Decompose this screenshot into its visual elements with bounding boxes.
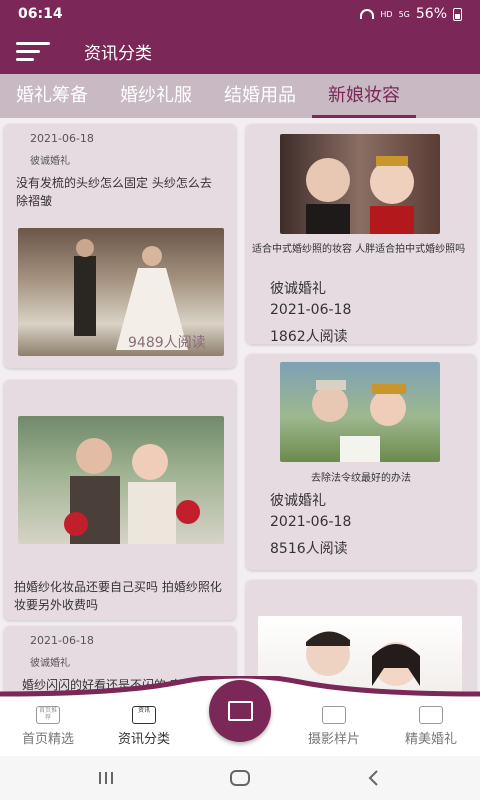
nav-label: 资讯分类: [117, 732, 170, 747]
article-date: 2021-06-18: [30, 634, 94, 647]
article-photo: [280, 134, 440, 234]
article-author: 彼诚婚礼: [30, 156, 70, 167]
article-title: 拍婚纱化妆品还要自己买吗 拍婚纱照化妆要另外收费吗: [14, 580, 222, 612]
article-reads: 8516人阅读: [270, 541, 348, 557]
article-card[interactable]: 适合中式婚纱照的妆容 人胖适合拍中式婚纱照吗 彼诚婚礼 2021-06-18 1…: [246, 124, 476, 344]
article-title: 没有发梳的头纱怎么固定 头纱怎么去除褶皱: [16, 176, 212, 208]
article-reads: 1862人阅读: [270, 329, 348, 344]
article-card[interactable]: 去除法令纹最好的办法 彼诚婚礼 2021-06-18 8516人阅读: [246, 354, 476, 570]
couple-illustration: [64, 438, 200, 544]
couple-illustration: [312, 380, 406, 462]
article-title: 适合中式婚纱照的妆容 人胖适合拍中式婚纱照吗: [252, 244, 466, 255]
article-author: 彼诚婚礼: [270, 493, 326, 509]
nav-beautiful-weddings[interactable]: 精美婚礼: [383, 700, 479, 747]
menu-icon[interactable]: [16, 37, 50, 66]
article-photo: [280, 362, 440, 462]
article-author: 彼诚婚礼: [30, 658, 70, 669]
center-envelope-button[interactable]: [209, 680, 271, 742]
wifi-icon: [360, 9, 375, 19]
nav-photo-samples[interactable]: 摄影样片: [286, 700, 382, 747]
recent-apps-icon[interactable]: [96, 768, 116, 788]
news-icon: 资讯: [132, 706, 156, 724]
system-nav-bar: [0, 756, 480, 800]
article-reads: 9489人阅读: [128, 335, 206, 351]
article-date: 2021-06-18: [30, 132, 94, 145]
camera-icon: [322, 706, 346, 724]
battery-icon: [453, 7, 462, 21]
nav-label: 摄影样片: [307, 732, 360, 747]
article-author: 彼诚婚礼: [270, 281, 326, 297]
nav-label: 精美婚礼: [404, 732, 457, 747]
app-bar: 资讯分类: [0, 28, 480, 74]
couple-illustration: [306, 156, 414, 234]
back-icon[interactable]: [366, 768, 382, 788]
article-title: 去除法令纹最好的办法: [311, 473, 411, 484]
nav-label: 首页精选: [21, 732, 74, 747]
article-card[interactable]: 2021-06-18 彼诚婚礼 没有发梳的头纱怎么固定 头纱怎么去除褶皱 948…: [4, 124, 236, 368]
tab-wedding-supplies[interactable]: 结婚用品: [208, 74, 312, 118]
nav-home-featured[interactable]: 首页推荐 首页精选: [0, 700, 96, 747]
tab-bridal-makeup[interactable]: 新娘妆容: [312, 74, 416, 118]
picture-icon: [419, 706, 443, 724]
home-icon[interactable]: [229, 768, 251, 788]
category-tabs: 婚礼筹备 婚纱礼服 结婚用品 新娘妆容: [0, 74, 480, 118]
article-photo: [18, 416, 224, 544]
status-indicators: HD 5G 56%: [360, 6, 462, 22]
tab-wedding-prep[interactable]: 婚礼筹备: [0, 74, 104, 118]
envelope-icon: [228, 701, 253, 721]
tab-wedding-dress[interactable]: 婚纱礼服: [104, 74, 208, 118]
home-featured-icon: 首页推荐: [36, 706, 60, 724]
signal-label: 5G: [398, 9, 410, 19]
nav-news-category[interactable]: 资讯 资讯分类: [96, 700, 192, 747]
bottom-nav: 首页推荐 首页精选 资讯 资讯分类 摄影样片 精美婚礼: [0, 676, 480, 756]
article-feed: 2021-06-18 彼诚婚礼 没有发梳的头纱怎么固定 头纱怎么去除褶皱 948…: [0, 118, 480, 694]
battery-percent: 56%: [415, 6, 447, 22]
article-card[interactable]: 拍婚纱化妆品还要自己买吗 拍婚纱照化妆要另外收费吗: [4, 380, 236, 620]
status-bar: 06:14 HD 5G 56%: [0, 0, 480, 28]
page-title: 资讯分类: [84, 43, 152, 64]
article-date: 2021-06-18: [270, 302, 352, 318]
article-date: 2021-06-18: [270, 514, 352, 530]
status-time: 06:14: [18, 6, 63, 22]
network-label: HD: [380, 9, 393, 19]
